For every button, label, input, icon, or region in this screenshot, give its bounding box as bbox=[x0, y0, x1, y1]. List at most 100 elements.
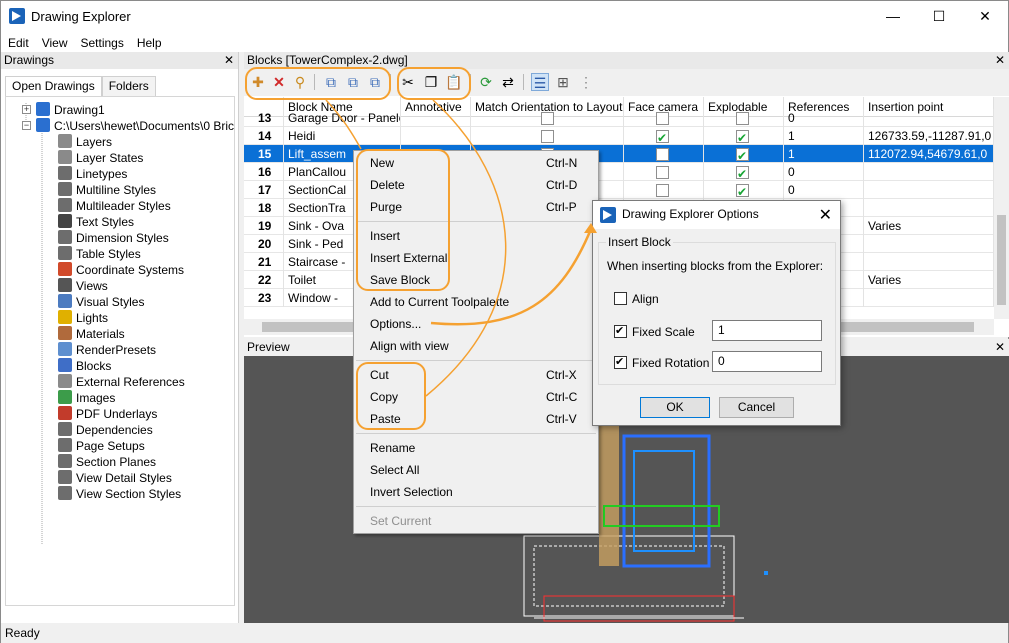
menu-item-rename[interactable]: Rename bbox=[354, 437, 598, 459]
tree-item[interactable]: C:\Users\hewet\Documents\0 Bric bbox=[36, 118, 234, 134]
face-camera-checkbox[interactable] bbox=[656, 148, 669, 161]
tree-item[interactable]: Views bbox=[58, 278, 108, 294]
cancel-button[interactable]: Cancel bbox=[719, 397, 794, 418]
fixed-rotation-label: Fixed Rotation bbox=[632, 356, 710, 370]
align-checkbox[interactable] bbox=[614, 292, 627, 305]
maximize-button[interactable]: ☐ bbox=[916, 1, 962, 32]
image-icon bbox=[58, 390, 72, 404]
dialog-title-bar: Drawing Explorer Options ✕ bbox=[593, 201, 840, 229]
tree-item[interactable]: Layer States bbox=[58, 150, 143, 166]
preview-close-icon[interactable]: ✕ bbox=[995, 339, 1005, 356]
tree-item[interactable]: Page Setups bbox=[58, 438, 145, 454]
menu-edit[interactable]: Edit bbox=[1, 32, 35, 52]
table-row[interactable]: 13 Garage Door - Paneled 0 bbox=[244, 109, 994, 127]
menu-view[interactable]: View bbox=[35, 32, 74, 52]
block-name-cell: Garage Door - Paneled bbox=[284, 109, 401, 127]
menu-item-set-current: Set Current bbox=[354, 510, 598, 532]
tree-item-label: Lights bbox=[76, 311, 109, 325]
explodable-checkbox[interactable] bbox=[736, 147, 749, 163]
tab-folders[interactable]: Folders bbox=[101, 76, 156, 96]
row-number: 20 bbox=[244, 235, 284, 253]
close-button[interactable]: ✕ bbox=[962, 1, 1008, 32]
menu-item-options[interactable]: Options... bbox=[354, 313, 598, 335]
explodable-cell bbox=[704, 181, 784, 199]
ok-button[interactable]: OK bbox=[640, 397, 710, 418]
match-orientation-cell bbox=[471, 109, 624, 127]
references-cell: 1 bbox=[784, 127, 864, 145]
tree-item[interactable]: Linetypes bbox=[58, 166, 127, 182]
tree-item[interactable]: Section Planes bbox=[58, 454, 156, 470]
fixed-scale-checkbox[interactable] bbox=[614, 324, 627, 338]
match-orientation-checkbox[interactable] bbox=[541, 130, 554, 143]
tree-item-label: Materials bbox=[76, 327, 125, 341]
tree-item-label: RenderPresets bbox=[76, 343, 157, 357]
tree-item[interactable]: Blocks bbox=[58, 358, 111, 374]
tree-item[interactable]: External References bbox=[58, 374, 185, 390]
menu-help[interactable]: Help bbox=[130, 32, 168, 52]
tree-item[interactable]: Coordinate Systems bbox=[58, 262, 184, 278]
tree-item[interactable]: Lights bbox=[58, 310, 108, 326]
drawings-tree: + − Drawing1 C:\Users\hewet\Documents\0 B… bbox=[5, 96, 235, 606]
face-camera-checkbox[interactable] bbox=[656, 166, 669, 179]
minimize-button[interactable]: — bbox=[870, 1, 916, 32]
tree-item[interactable]: View Section Styles bbox=[58, 486, 181, 502]
tree-item[interactable]: RenderPresets bbox=[58, 342, 156, 358]
menu-item-select-all[interactable]: Select All bbox=[354, 459, 598, 481]
face-camera-checkbox[interactable] bbox=[656, 129, 669, 145]
menu-settings[interactable]: Settings bbox=[73, 32, 129, 52]
tree-item[interactable]: Visual Styles bbox=[58, 294, 144, 310]
match-orientation-checkbox[interactable] bbox=[541, 112, 554, 125]
tab-open-drawings[interactable]: Open Drawings bbox=[5, 76, 102, 96]
face-camera-cell bbox=[624, 145, 704, 163]
tree-item[interactable]: Multileader Styles bbox=[58, 198, 171, 214]
refresh-icon[interactable]: ⟳ bbox=[477, 73, 495, 91]
multiline-icon bbox=[58, 182, 72, 196]
tree-item[interactable]: Text Styles bbox=[58, 214, 134, 230]
explodable-checkbox[interactable] bbox=[736, 129, 749, 145]
fixed-rotation-input[interactable]: 0 bbox=[712, 351, 822, 372]
menu-item-add-to-current-toolpalette[interactable]: Add to Current Toolpalette bbox=[354, 291, 598, 313]
tree-item-label: Table Styles bbox=[76, 247, 141, 261]
layer-states-icon bbox=[58, 150, 72, 164]
menu-item-invert-selection[interactable]: Invert Selection bbox=[354, 481, 598, 503]
menu-item-align-with-view[interactable]: Align with view bbox=[354, 335, 598, 357]
expand-drawing1-icon[interactable]: + bbox=[22, 105, 31, 114]
grid-vertical-scrollbar[interactable] bbox=[994, 97, 1009, 319]
dialog-close-button[interactable]: ✕ bbox=[819, 205, 832, 225]
explodable-checkbox[interactable] bbox=[736, 183, 749, 199]
details-view-icon[interactable]: ☰ bbox=[531, 73, 549, 91]
tree-item[interactable]: Dimension Styles bbox=[58, 230, 169, 246]
sync-icon[interactable]: ⇄ bbox=[499, 73, 517, 91]
grid-vscroll-thumb[interactable] bbox=[997, 215, 1006, 305]
blocks-panel-close-icon[interactable]: ✕ bbox=[995, 52, 1005, 69]
tree-item[interactable]: Multiline Styles bbox=[58, 182, 156, 198]
tree-item[interactable]: PDF Underlays bbox=[58, 406, 157, 422]
face-camera-checkbox[interactable] bbox=[656, 112, 669, 125]
tree-item[interactable]: Drawing1 bbox=[36, 102, 105, 118]
table-row[interactable]: 14Heidi 1126733.59,-11287.91,0 bbox=[244, 127, 994, 145]
tree-item[interactable]: Images bbox=[58, 390, 115, 406]
explodable-checkbox[interactable] bbox=[736, 165, 749, 181]
tree-item[interactable]: Dependencies bbox=[58, 422, 153, 438]
references-cell: 0 bbox=[784, 181, 864, 199]
tree-item[interactable]: Materials bbox=[58, 326, 125, 342]
tree-item-label: Text Styles bbox=[76, 215, 135, 229]
tree-item[interactable]: View Detail Styles bbox=[58, 470, 172, 486]
face-camera-checkbox[interactable] bbox=[656, 184, 669, 197]
fixed-scale-input[interactable]: 1 bbox=[712, 320, 822, 341]
drawing-icon bbox=[36, 118, 50, 132]
tree-item[interactable]: Layers bbox=[58, 134, 112, 150]
tree-item[interactable]: Table Styles bbox=[58, 246, 141, 262]
menu-item-shortcut: Ctrl-C bbox=[546, 390, 578, 404]
toolbar-callout-new-insert bbox=[245, 67, 391, 100]
explodable-checkbox[interactable] bbox=[736, 112, 749, 125]
large-icons-view-icon[interactable]: ⊞ bbox=[554, 73, 572, 91]
menu-bar: Edit View Settings Help bbox=[1, 32, 1008, 52]
drawings-panel-close-icon[interactable]: ✕ bbox=[224, 52, 234, 69]
menu-callout-block-actions bbox=[356, 149, 450, 291]
collapse-towercomplex-icon[interactable]: − bbox=[22, 121, 31, 130]
fixed-rotation-checkbox[interactable] bbox=[614, 355, 627, 369]
menu-item-label: Select All bbox=[370, 463, 420, 477]
tree-view-icon[interactable]: ⋮ bbox=[577, 73, 595, 91]
tree-item-label: Blocks bbox=[76, 359, 112, 373]
